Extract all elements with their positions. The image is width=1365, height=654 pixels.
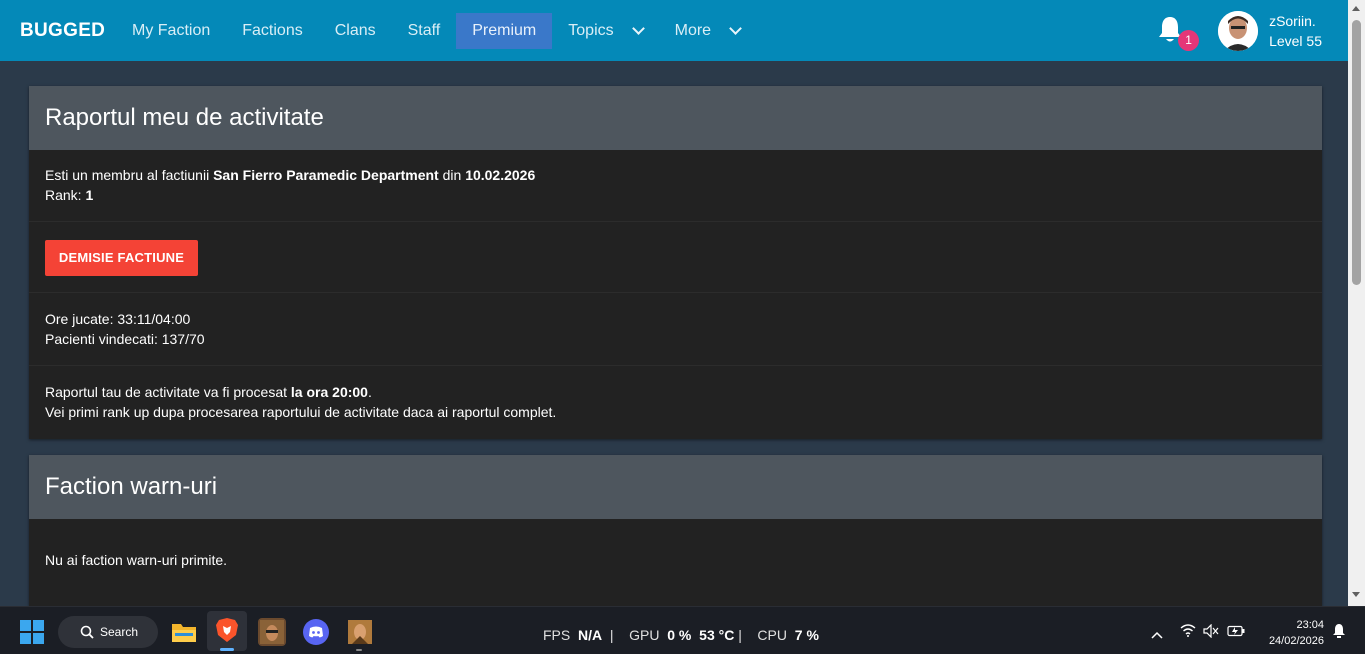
brand-logo[interactable]: BUGGED	[20, 20, 116, 42]
faction-name: San Fierro Paramedic Department	[213, 167, 439, 183]
user-info[interactable]: zSoriin. Level 55	[1269, 11, 1322, 51]
fps-label: FPS	[543, 627, 571, 643]
scroll-up-arrow-icon[interactable]	[1352, 6, 1360, 11]
cpu-label: CPU	[757, 627, 787, 643]
speaker-muted-icon[interactable]	[1203, 623, 1219, 643]
notifications-button[interactable]: 1	[1156, 11, 1200, 51]
gpu-label: GPU	[629, 627, 660, 643]
hours-played: Ore jucate: 33:11/04:00	[45, 311, 191, 327]
avatar-image-icon	[1218, 10, 1259, 51]
rankup-note: Vei primi rank up dupa procesarea raport…	[45, 404, 557, 420]
nav-my-faction[interactable]: My Faction	[116, 13, 226, 49]
nav-more-label: More	[674, 21, 712, 39]
username: zSoriin.	[1269, 12, 1316, 29]
rank-label: Rank:	[45, 187, 86, 203]
user-level: Level 55	[1269, 32, 1322, 49]
membership-mid: din	[438, 167, 466, 183]
report-prefix: Raportul tau de activitate va fi procesa…	[45, 384, 291, 400]
avatar[interactable]	[1218, 10, 1259, 51]
warn-empty-row: Nu ai faction warn-uri primite.	[29, 519, 1322, 570]
membership-line: Esti un membru al factiunii San Fierro P…	[45, 165, 1306, 185]
report-time: la ora 20:00	[290, 384, 368, 400]
brave-browser-taskbar-item[interactable]	[207, 611, 247, 651]
search-icon	[80, 625, 94, 639]
scroll-thumb[interactable]	[1352, 20, 1361, 285]
activity-report-card: Raportul meu de activitate Esti un membr…	[29, 86, 1322, 439]
join-date: 10.02.2026	[465, 167, 536, 183]
rank-line: Rank: 1	[45, 185, 1306, 205]
user-area: 1 zSoriin. Level 55	[1156, 0, 1322, 61]
nav-topics[interactable]: Topics	[552, 13, 658, 49]
report-line: Raportul tau de activitate va fi procesa…	[45, 382, 1306, 402]
warn-empty-message: Nu ai faction warn-uri primite.	[45, 552, 228, 568]
nav-topics-label: Topics	[568, 21, 614, 39]
nav-factions[interactable]: Factions	[226, 13, 318, 49]
nav-staff[interactable]: Staff	[392, 13, 457, 49]
nav-premium[interactable]: Premium	[456, 12, 553, 49]
page-scrollbar[interactable]	[1348, 0, 1365, 606]
windows-start-icon[interactable]	[20, 620, 44, 649]
active-app-indicator	[220, 648, 234, 651]
nav-menu: My Faction Factions Clans Staff Premium …	[116, 0, 756, 61]
game-launcher-icon[interactable]	[346, 618, 374, 646]
nav-clans[interactable]: Clans	[319, 13, 392, 49]
battery-charging-icon[interactable]	[1227, 624, 1245, 642]
warn-card-title: Faction warn-uri	[29, 455, 1322, 519]
chevron-down-icon	[631, 21, 645, 35]
cpu-value: 7 %	[794, 627, 819, 643]
report-info-row: Raportul tau de activitate va fi procesa…	[29, 366, 1322, 439]
app-running-indicator	[356, 649, 362, 651]
patients-healed: Pacienti vindecati: 137/70	[45, 331, 205, 347]
top-navbar: BUGGED My Faction Factions Clans Staff P…	[0, 0, 1348, 61]
fps-value: N/A	[578, 627, 603, 643]
wifi-icon[interactable]	[1180, 624, 1196, 642]
activity-card-title: Raportul meu de activitate	[29, 86, 1322, 150]
faction-warns-card: Faction warn-uri Nu ai faction warn-uri …	[29, 455, 1322, 606]
chevron-down-icon	[729, 21, 742, 35]
clock-date: 24/02/2026	[1268, 635, 1324, 647]
rank-value: 1	[85, 187, 94, 203]
gpu-value: 0 %	[667, 627, 692, 643]
brave-browser-icon	[215, 617, 239, 648]
taskbar-search[interactable]: Search	[58, 616, 158, 648]
clock-time: 23:04	[1296, 619, 1324, 631]
resign-faction-button[interactable]: DEMISIE FACTIUNE	[45, 240, 198, 276]
windows-taskbar: Search FPS N/A | GPU 0 % 53 °C | CPU 7 %…	[0, 606, 1365, 654]
chevron-up-icon[interactable]	[1151, 626, 1163, 644]
notification-center-icon[interactable]	[1332, 623, 1346, 644]
membership-prefix: Esti un membru al factiunii	[45, 167, 214, 183]
system-clock[interactable]: 23:04 24/02/2026	[1269, 617, 1324, 649]
stats-row: Ore jucate: 33:11/04:00 Pacienti vindeca…	[29, 293, 1322, 366]
nav-more[interactable]: More	[659, 13, 756, 49]
file-explorer-icon[interactable]	[170, 618, 198, 646]
scroll-down-arrow-icon[interactable]	[1352, 592, 1360, 597]
performance-overlay: FPS N/A | GPU 0 % 53 °C | CPU 7 %	[543, 627, 819, 643]
search-label: Search	[100, 625, 139, 639]
gpu-temp: 53 °C	[699, 627, 735, 643]
discord-icon[interactable]	[302, 618, 330, 646]
game-app-icon[interactable]	[258, 618, 286, 646]
notification-badge: 1	[1178, 29, 1200, 51]
membership-info: Esti un membru al factiunii San Fierro P…	[29, 150, 1322, 222]
resign-row: DEMISIE FACTIUNE	[29, 222, 1322, 293]
report-suffix: .	[367, 384, 372, 400]
